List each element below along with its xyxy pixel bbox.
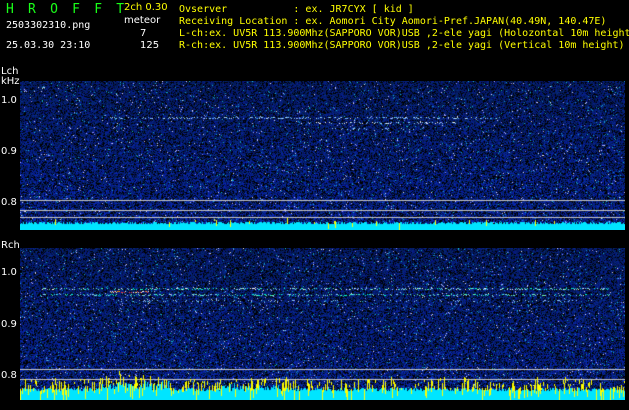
capture-datetime: 25.03.30 23:10: [6, 40, 91, 51]
lch-tick-0.9: 0.9: [1, 146, 17, 157]
rch-spectrogram: [20, 248, 625, 400]
lch-config-line: L-ch:ex. UV5R 113.900Mhz(SAPPORO VOR)USB…: [179, 28, 629, 39]
observer-line: Ovserver : ex. JR7CYX [ kid ]: [179, 4, 414, 15]
meteor-count-rch: 125: [140, 40, 160, 51]
rch-config-line: R-ch:ex. UV5R 113.900Mhz(SAPPORO VOR)USB…: [179, 40, 625, 51]
rch-label: Rch: [1, 240, 20, 251]
meteor-count-lch: 7: [140, 28, 147, 39]
khz-unit-label: kHz: [1, 76, 20, 87]
app-title: H R O F F T: [6, 2, 128, 17]
image-filename: 2503302310.png: [6, 20, 91, 31]
rch-tick-0.8: 0.8: [1, 370, 17, 381]
lch-tick-0.8: 0.8: [1, 197, 17, 208]
location-line: Receiving Location : ex. Aomori City Aom…: [179, 16, 607, 27]
meteor-label: meteor: [124, 15, 161, 26]
lch-spectrogram: [20, 81, 625, 230]
rch-tick-0.9: 0.9: [1, 319, 17, 330]
channel-mode: 2ch 0.30: [124, 2, 168, 13]
rch-tick-1.0: 1.0: [1, 267, 17, 278]
lch-tick-1.0: 1.0: [1, 95, 17, 106]
